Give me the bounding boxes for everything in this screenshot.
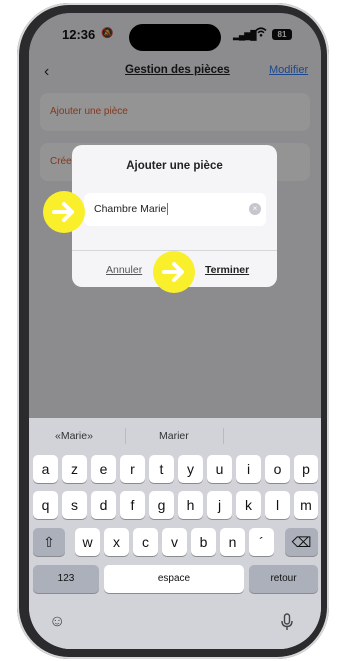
phone-screen: 12:36 🔕 ▂▄▆█ 81 ‹ Gestion des pièces Mod… [29, 13, 321, 649]
key-x[interactable]: x [104, 528, 129, 556]
key-w[interactable]: w [75, 528, 100, 556]
key-p[interactable]: p [294, 455, 318, 483]
key-acute-accent[interactable]: ´ [249, 528, 274, 556]
key-b[interactable]: b [191, 528, 216, 556]
cancel-button[interactable]: Annuler [106, 264, 142, 276]
highlight-arrow-icon [153, 251, 195, 293]
key-m[interactable]: m [294, 491, 318, 519]
dynamic-island [129, 24, 221, 51]
key-l[interactable]: l [265, 491, 290, 519]
key-z[interactable]: z [62, 455, 87, 483]
suggestion-1[interactable]: «Marie» [55, 430, 93, 442]
key-q[interactable]: q [33, 491, 58, 519]
key-s[interactable]: s [62, 491, 87, 519]
room-name-value: Chambre Marie [94, 203, 169, 216]
text-cursor [167, 203, 169, 216]
key-n[interactable]: n [220, 528, 245, 556]
key-t[interactable]: t [149, 455, 174, 483]
suggestion-divider [223, 428, 224, 444]
key-h[interactable]: h [178, 491, 203, 519]
key-u[interactable]: u [207, 455, 232, 483]
key-y[interactable]: y [178, 455, 203, 483]
space-key[interactable]: espace [104, 565, 244, 593]
key-c[interactable]: c [133, 528, 158, 556]
key-k[interactable]: k [236, 491, 261, 519]
delete-key-icon[interactable]: ⌫ [285, 528, 318, 556]
key-d[interactable]: d [91, 491, 116, 519]
numbers-key[interactable]: 123 [33, 565, 99, 593]
key-v[interactable]: v [162, 528, 187, 556]
key-o[interactable]: o [265, 455, 290, 483]
key-a[interactable]: a [33, 455, 58, 483]
keyboard: «Marie» Marier a z e r t y u i o p q s d… [29, 418, 321, 649]
key-g[interactable]: g [149, 491, 174, 519]
room-name-input[interactable]: Chambre Marie × [84, 193, 266, 226]
microphone-icon[interactable] [281, 613, 293, 636]
dialog-title: Ajouter une pièce [126, 160, 223, 172]
suggestion-2[interactable]: Marier [159, 430, 189, 442]
key-i[interactable]: i [236, 455, 261, 483]
key-r[interactable]: r [120, 455, 145, 483]
shift-key-icon[interactable]: ⇧ [33, 528, 65, 556]
key-f[interactable]: f [120, 491, 145, 519]
emoji-icon[interactable]: ☺ [49, 613, 65, 631]
suggestion-divider [125, 428, 126, 444]
key-e[interactable]: e [91, 455, 116, 483]
key-j[interactable]: j [207, 491, 232, 519]
return-key[interactable]: retour [249, 565, 318, 593]
highlight-arrow-icon [43, 191, 85, 233]
finish-button[interactable]: Terminer [205, 264, 249, 276]
clear-text-icon[interactable]: × [249, 203, 261, 215]
